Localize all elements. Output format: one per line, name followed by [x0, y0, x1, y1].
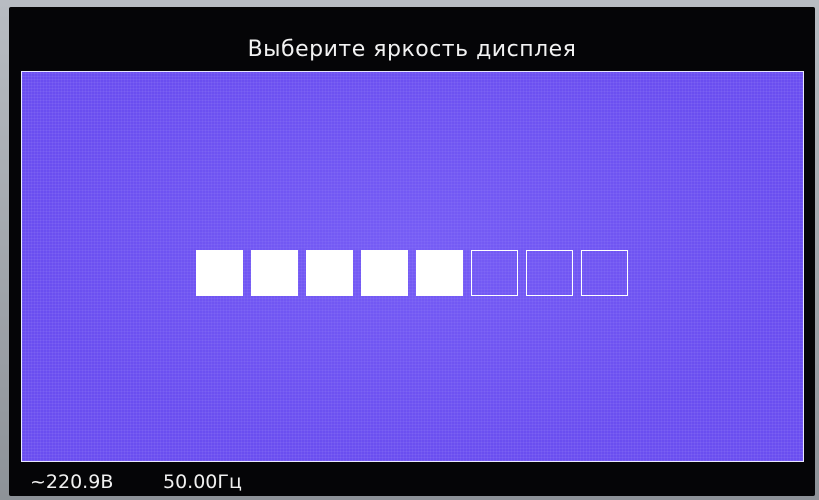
screen-title: Выберите яркость дисплея	[247, 37, 577, 62]
brightness-segment-3-on[interactable]	[306, 250, 353, 296]
display-screen: Выберите яркость дисплея ~220.9В 50.00Гц	[9, 7, 815, 496]
brightness-panel	[21, 71, 804, 462]
brightness-segment-8-off[interactable]	[581, 250, 628, 296]
brightness-segment-1-on[interactable]	[196, 250, 243, 296]
brightness-segment-4-on[interactable]	[361, 250, 408, 296]
brightness-segment-5-on[interactable]	[416, 250, 463, 296]
brightness-segment-7-off[interactable]	[526, 250, 573, 296]
brightness-segment-2-on[interactable]	[251, 250, 298, 296]
frequency-readout: 50.00Гц	[163, 471, 242, 493]
voltage-readout: ~220.9В	[30, 471, 114, 493]
brightness-level-bar[interactable]	[196, 250, 628, 298]
device-bezel: Выберите яркость дисплея ~220.9В 50.00Гц	[0, 0, 819, 500]
brightness-segment-6-off[interactable]	[471, 250, 518, 296]
title-bar: Выберите яркость дисплея	[9, 7, 815, 71]
status-bar: ~220.9В 50.00Гц	[9, 462, 815, 496]
